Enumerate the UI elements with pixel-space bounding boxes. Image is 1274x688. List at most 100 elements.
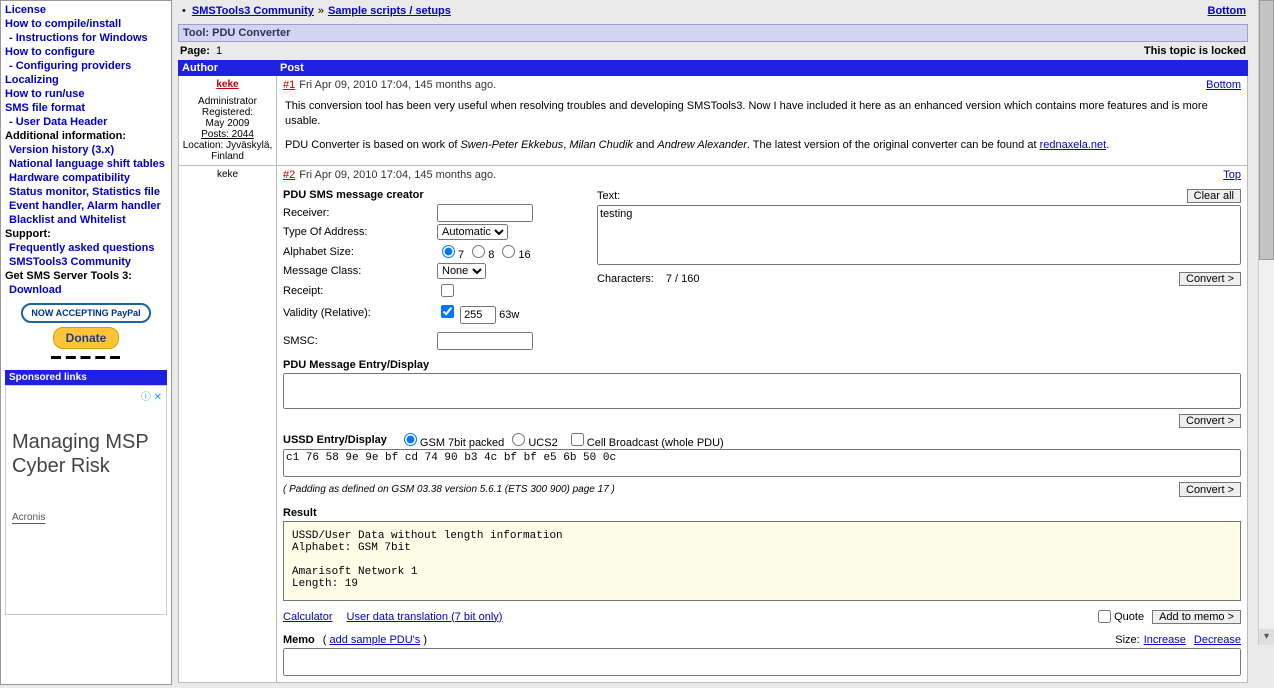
label-toa: Type Of Address: [283,226,437,238]
post-bottom-link[interactable]: Bottom [1206,79,1241,91]
nav-faq[interactable]: Frequently asked questions [5,241,167,255]
author-regd: May 2009 [181,118,274,129]
pdu-title: PDU Message Entry/Display [283,351,1241,373]
section-get: Get SMS Server Tools 3: [5,269,167,283]
label-receipt: Receipt: [283,285,437,297]
increase-link[interactable]: Increase [1144,634,1186,646]
donate-button[interactable]: Donate [53,327,120,349]
page-title: Tool: PDU Converter [178,24,1248,42]
quote-label: Quote [1114,611,1144,623]
nav-fileformat[interactable]: SMS file format [5,101,167,115]
vertical-scrollbar[interactable]: ▾ [1258,0,1274,645]
add-sample-link[interactable]: add sample PDU's [330,634,421,646]
decrease-link[interactable]: Decrease [1194,634,1241,646]
page-line: Page: 1 This topic is locked [178,42,1248,60]
nav-providers[interactable]: - Configuring providers [5,59,167,73]
nav-udh[interactable]: - User Data Header [5,115,167,129]
label-smsc: SMSC: [283,335,437,347]
bottom-link[interactable]: Bottom [1208,5,1247,17]
udt-link[interactable]: User data translation (7 bit only) [347,611,503,623]
author-posts[interactable]: Posts: 2044 [201,129,254,140]
pdu-textarea[interactable] [283,373,1241,409]
ad-brand: Acronis [12,512,45,524]
nav-blacklist[interactable]: Blacklist and Whitelist [5,213,167,227]
nav-download[interactable]: Download [5,283,167,297]
label-alpha: Alphabet Size: [283,246,437,258]
alpha-7[interactable] [442,245,455,258]
crumb-sample[interactable]: Sample scripts / setups [328,5,451,17]
scrollbar-thumb[interactable] [1259,0,1274,260]
section-support: Support: [5,227,167,241]
text-input[interactable] [597,205,1241,265]
author-keke-1[interactable]: keke [216,79,238,90]
convert-text-button[interactable]: Convert > [1179,272,1241,286]
quote-check[interactable] [1098,610,1111,623]
nav-license[interactable]: License [5,3,167,17]
post-date-2: Fri Apr 09, 2010 17:04, 145 months ago. [299,169,496,181]
post-top-link[interactable]: Top [1223,169,1241,181]
nav-run[interactable]: How to run/use [5,87,167,101]
post-num-1[interactable]: #1 [283,79,295,91]
rednaxela-link[interactable]: rednaxela.net [1040,139,1107,151]
result-box: USSD/User Data without length informatio… [283,521,1241,601]
nav-windows[interactable]: - Instructions for Windows [5,31,167,45]
add-memo-button[interactable]: Add to memo > [1152,610,1241,624]
main: • SMSTools3 Community » Sample scripts /… [172,0,1254,685]
alpha-8[interactable] [472,245,485,258]
nav-localizing[interactable]: Localizing [5,73,167,87]
mclass-select[interactable]: None [437,263,486,279]
table-head: Author Post [178,60,1248,76]
nav-event[interactable]: Event handler, Alarm handler [5,199,167,213]
paypal-badge[interactable]: NOW ACCEPTING PayPal [21,303,150,323]
post-num-2[interactable]: #2 [283,169,295,181]
post-side-2: keke [179,166,277,682]
clear-all-button[interactable]: Clear all [1187,189,1241,203]
ad-box[interactable]: ⓘ ✕ Managing MSP Cyber Risk Acronis [5,385,167,615]
post1-auth2: Milan Chudik [569,139,633,151]
ussd-ucs2[interactable] [512,433,525,446]
post-side-1: keke Administrator Registered: May 2009 … [179,76,277,165]
author-role: Administrator [181,96,274,107]
nav-lang-tables[interactable]: National language shift tables [5,157,167,171]
validity-input[interactable] [460,306,496,324]
calculator-link[interactable]: Calculator [283,611,333,623]
receiver-input[interactable] [437,204,533,222]
post1-line2b: . The latest version of the original con… [747,139,1040,151]
result-title: Result [283,499,1241,521]
scroll-down-icon[interactable]: ▾ [1259,629,1274,645]
ad-close-icon[interactable]: ⓘ ✕ [141,388,162,403]
post1-auth3: Andrew Alexander [657,139,746,151]
receipt-check[interactable] [441,284,454,297]
label-text: Text: [597,190,620,202]
post1-line1: This conversion tool has been very usefu… [285,99,1239,130]
post-date-1: Fri Apr 09, 2010 17:04, 145 months ago. [299,79,496,91]
validity-check[interactable] [441,305,454,318]
nav-status[interactable]: Status monitor, Statistics file [5,185,167,199]
smsc-input[interactable] [437,332,533,350]
ussd-cellbroadcast[interactable] [571,433,584,446]
label-validity: Validity (Relative): [283,307,437,319]
crumb-community[interactable]: SMSTools3 Community [192,5,314,17]
nav-hardware[interactable]: Hardware compatibility [5,171,167,185]
nav-community[interactable]: SMSTools3 Community [5,255,167,269]
page-label: Page: [180,45,210,57]
nav-version[interactable]: Version history (3.x) [5,143,167,157]
label-mclass: Message Class: [283,265,437,277]
th-author: Author [182,62,280,74]
creator-title: PDU SMS message creator [283,181,587,203]
toa-select[interactable]: Automatic [437,224,508,240]
label-receiver: Receiver: [283,207,437,219]
chars-label: Characters: [597,273,654,285]
post-row-2: keke #2 Fri Apr 09, 2010 17:04, 145 mont… [178,166,1248,683]
nav-compile[interactable]: How to compile/install [5,17,167,31]
nav-configure[interactable]: How to configure [5,45,167,59]
ussd-gsm7[interactable] [404,433,417,446]
memo-textarea[interactable] [283,648,1241,676]
bullet-icon: • [182,5,186,17]
author-keke-2[interactable]: keke [217,169,238,180]
author-loc: Location: Jyväskylä, Finland [181,140,274,162]
alpha-16[interactable] [502,245,515,258]
convert-pdu-button[interactable]: Convert > [1179,414,1241,428]
ussd-textarea[interactable] [283,449,1241,477]
convert-ussd-button[interactable]: Convert > [1179,482,1241,497]
